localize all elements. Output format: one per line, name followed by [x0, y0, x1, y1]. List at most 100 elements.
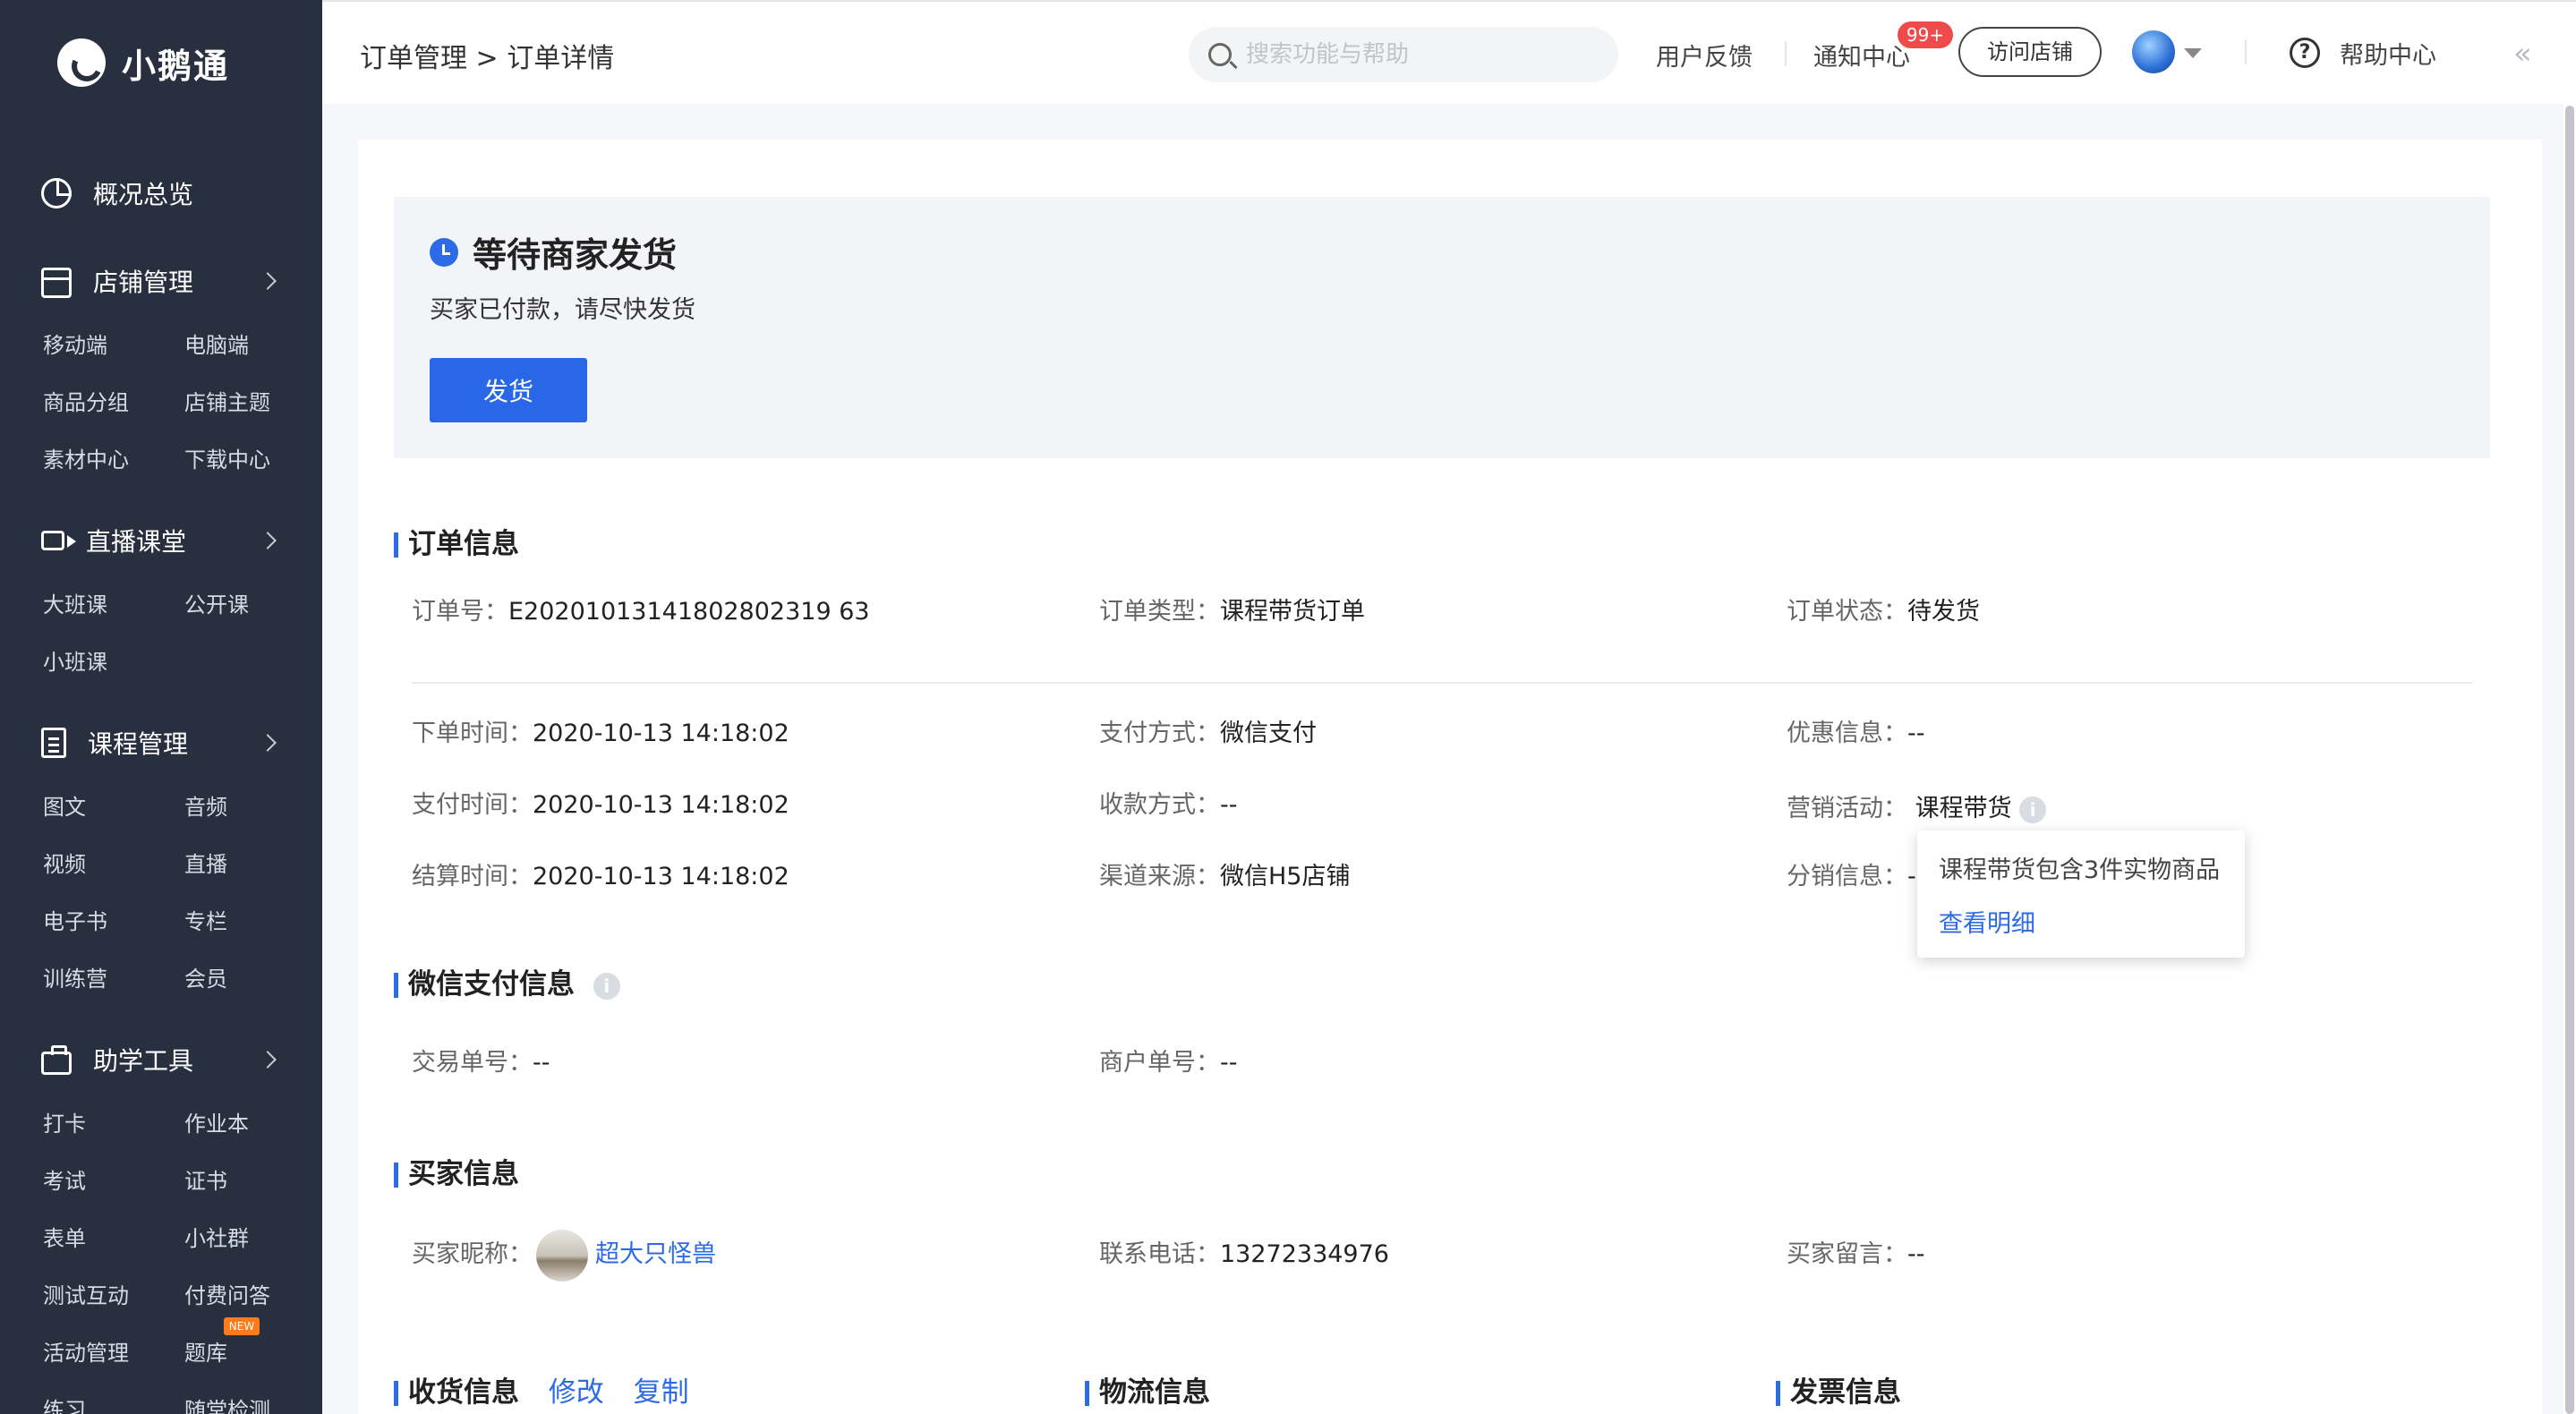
visit-store-button[interactable]: 访问店铺 [1958, 27, 2102, 77]
field-label: 商户单号： [1099, 1049, 1220, 1077]
nav-item-certificate[interactable]: 证书 [184, 1165, 227, 1197]
distribution-info: - [1907, 863, 1916, 890]
edit-shipping-link[interactable]: 修改 [549, 1376, 604, 1409]
nav-item-live[interactable]: 直播 [184, 848, 227, 881]
created-time: 2020-10-13 14:18:02 [533, 720, 789, 747]
nav-item-download[interactable]: 下载中心 [184, 444, 270, 476]
order-status: 待发货 [1907, 598, 1980, 626]
brand-name: 小鹅通 [122, 46, 230, 86]
marketing-popover: 课程带货包含3件实物商品 查看明细 [1917, 831, 2245, 958]
chevron-right-icon [259, 734, 277, 752]
nav-item-member[interactable]: 会员 [184, 963, 227, 995]
search-input[interactable] [1246, 41, 1604, 68]
status-panel: 等待商家发货 买家已付款，请尽快发货 发货 [394, 197, 2490, 458]
field-label: 营销活动： [1787, 795, 1907, 822]
nav-item-small-class[interactable]: 小班课 [43, 646, 107, 678]
field-buyer-phone: 联系电话：13272334976 [1099, 1237, 1389, 1273]
scrollbar-thumb[interactable] [2565, 106, 2574, 1414]
field-marketing: 营销活动： 课程带货 i [1787, 791, 2047, 827]
nav-item-activity[interactable]: 活动管理 [43, 1337, 129, 1369]
nav-item-big-class[interactable]: 大班课 [43, 589, 107, 621]
section-title-logistics: 物流信息 [1085, 1376, 1210, 1409]
ship-button[interactable]: 发货 [430, 358, 587, 422]
nav-item-class-test[interactable]: 随堂检测 [184, 1394, 270, 1414]
notification-count-badge: 99+ [1898, 21, 1953, 48]
field-created-time: 下单时间：2020-10-13 14:18:02 [412, 716, 789, 752]
buyer-phone: 13272334976 [1220, 1240, 1389, 1268]
field-label: 支付方式： [1099, 720, 1220, 747]
nav-item-paid-qa[interactable]: 付费问答 [184, 1280, 270, 1312]
buyer-avatar [536, 1229, 588, 1282]
copy-shipping-link[interactable]: 复制 [634, 1376, 689, 1409]
nav-item-open-class[interactable]: 公开课 [184, 589, 249, 621]
help-center-link[interactable]: 帮助中心 [2340, 36, 2436, 71]
field-discount: 优惠信息：-- [1787, 716, 1925, 752]
nav-item-pc[interactable]: 电脑端 [184, 329, 249, 362]
field-label: 订单类型： [1099, 598, 1220, 626]
nav-item-question-bank[interactable]: 题库 [184, 1337, 227, 1369]
new-badge: NEW [224, 1317, 260, 1335]
section-title-text: 收货信息 [408, 1376, 519, 1409]
field-paid-time: 支付时间：2020-10-13 14:18:02 [412, 788, 789, 823]
document-icon [41, 728, 66, 758]
collapse-icon[interactable]: « [2513, 36, 2532, 72]
section-title-order-info: 订单信息 [394, 528, 519, 560]
field-collect-method: 收款方式：-- [1099, 788, 1238, 823]
nav-group-live[interactable]: 直播课堂 [41, 515, 281, 566]
nav-item-camp[interactable]: 训练营 [43, 963, 107, 995]
merchant-number: -- [1220, 1049, 1238, 1077]
nav-item-exam[interactable]: 考试 [43, 1165, 86, 1197]
nav-item-audio[interactable]: 音频 [184, 791, 227, 823]
nav-item-homework[interactable]: 作业本 [184, 1108, 249, 1140]
caret-down-icon[interactable] [2184, 48, 2202, 58]
field-order-no: 订单号：E20201013141802802319 63 [412, 594, 870, 630]
order-detail-card: 等待商家发货 买家已付款，请尽快发货 发货 订单信息 订单号：E20201013… [358, 140, 2542, 1414]
buyer-nickname-link[interactable]: 超大只怪兽 [595, 1240, 716, 1268]
section-title-invoice: 发票信息 [1776, 1376, 1901, 1409]
info-icon[interactable]: i [593, 972, 620, 1000]
marketing-activity: 课程带货 [1915, 795, 2012, 822]
nav-group-store[interactable]: 店铺管理 [41, 256, 281, 306]
section-title-buyer: 买家信息 [394, 1158, 519, 1190]
nav-overview-label: 概况总览 [93, 180, 194, 209]
status-description: 买家已付款，请尽快发货 [430, 296, 695, 324]
nav-item-video[interactable]: 视频 [43, 848, 86, 881]
clock-icon [430, 237, 458, 267]
nav-item-checkin[interactable]: 打卡 [43, 1108, 86, 1140]
nav-item-column[interactable]: 专栏 [184, 906, 227, 938]
user-avatar[interactable] [2132, 30, 2175, 73]
notification-center-link[interactable]: 通知中心 [1813, 38, 1910, 72]
channel-source: 微信H5店铺 [1220, 863, 1351, 890]
trade-number: -- [533, 1049, 550, 1077]
field-buyer-nickname: 买家昵称： 超大只怪兽 [412, 1226, 716, 1283]
nav-item-store-theme[interactable]: 店铺主题 [184, 387, 270, 419]
view-details-link[interactable]: 查看明细 [1939, 904, 2035, 939]
order-type: 课程带货订单 [1220, 598, 1365, 626]
divider [2245, 39, 2247, 64]
search-box[interactable] [1189, 27, 1618, 82]
chevron-right-icon [259, 272, 277, 290]
nav-item-article[interactable]: 图文 [43, 791, 86, 823]
nav-group-course[interactable]: 课程管理 [41, 718, 281, 768]
nav-item-community[interactable]: 小社群 [184, 1222, 249, 1255]
field-label: 买家昵称： [412, 1240, 533, 1268]
divider [412, 682, 2472, 684]
nav-item-form[interactable]: 表单 [43, 1222, 86, 1255]
nav-group-tools[interactable]: 助学工具 [41, 1035, 281, 1085]
field-order-type: 订单类型：课程带货订单 [1099, 594, 1365, 630]
nav-item-mobile[interactable]: 移动端 [43, 329, 107, 362]
field-label: 结算时间： [412, 863, 533, 890]
field-trade-no: 交易单号：-- [412, 1045, 550, 1081]
feedback-link[interactable]: 用户反馈 [1656, 38, 1753, 72]
nav-item-practice[interactable]: 练习 [43, 1394, 86, 1414]
info-icon[interactable]: i [2019, 796, 2047, 823]
nav-item-product-groups[interactable]: 商品分组 [43, 387, 129, 419]
collect-method: -- [1220, 791, 1238, 819]
nav-item-quiz-interact[interactable]: 测试互动 [43, 1280, 129, 1312]
nav-item-material[interactable]: 素材中心 [43, 444, 129, 476]
nav-item-ebook[interactable]: 电子书 [43, 906, 107, 938]
brand[interactable]: 小鹅通 [57, 36, 229, 89]
status-title-text: 等待商家发货 [473, 235, 678, 275]
nav-overview[interactable]: 概况总览 [41, 168, 281, 218]
field-label: 支付时间： [412, 791, 533, 819]
